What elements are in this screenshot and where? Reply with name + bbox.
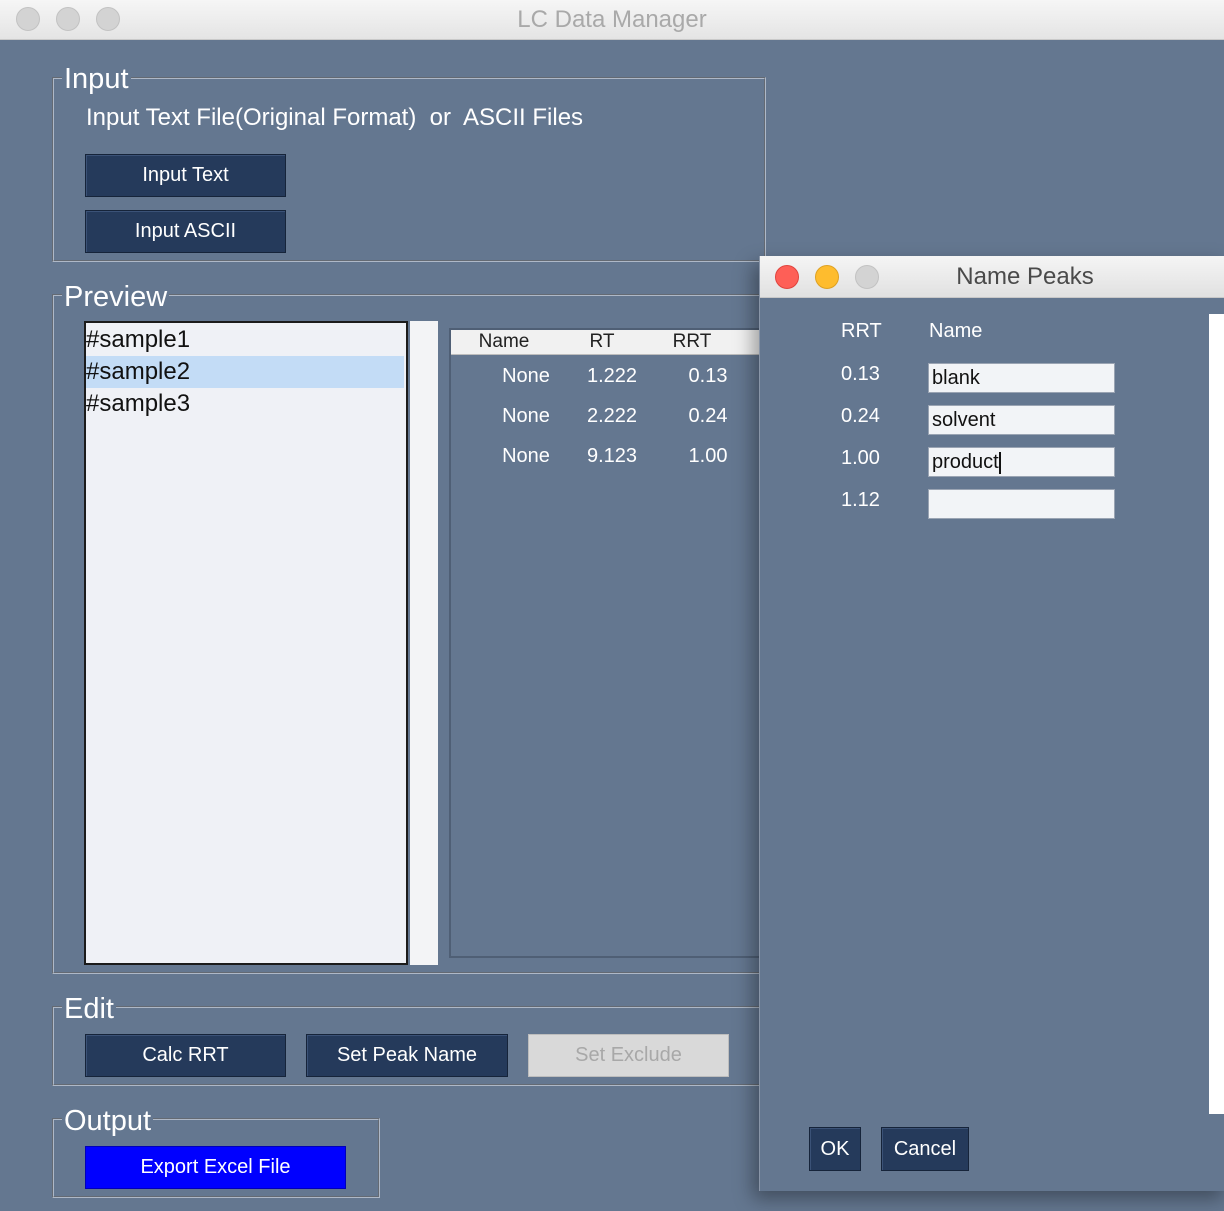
window-title: LC Data Manager <box>517 6 707 33</box>
cancel-button[interactable]: Cancel <box>881 1127 969 1171</box>
rrt-header: RRT <box>841 320 882 342</box>
peak-name-input-focused[interactable]: product <box>928 447 1115 477</box>
sample-list-item[interactable]: #sample1 <box>86 324 404 356</box>
rrt-value: 0.24 <box>841 405 880 427</box>
sample-list-item[interactable]: #sample3 <box>86 388 404 420</box>
preview-group-title: Preview <box>62 281 170 313</box>
peak-name-input[interactable]: solvent <box>928 405 1115 435</box>
table-cell-rrt: 0.24 <box>688 405 728 427</box>
input-text-button[interactable]: Input Text <box>85 154 286 197</box>
input-ascii-button[interactable]: Input ASCII <box>85 210 286 253</box>
table-cell-rrt: 0.13 <box>688 365 728 387</box>
peak-name-input[interactable]: blank <box>928 363 1115 393</box>
table-cell-name: None <box>502 365 550 387</box>
peak-name-input-text: product <box>932 451 999 473</box>
output-group-title: Output <box>62 1105 154 1137</box>
rrt-value: 1.12 <box>841 489 880 511</box>
sample-list-item-selected[interactable]: #sample2 <box>86 356 404 388</box>
close-dialog-icon[interactable] <box>775 265 799 289</box>
table-cell-name: None <box>502 445 550 467</box>
table-cell-rt: 9.123 <box>586 445 638 467</box>
export-excel-button[interactable]: Export Excel File <box>85 1146 346 1189</box>
set-exclude-button[interactable]: Set Exclude <box>528 1034 729 1077</box>
rrt-value: 0.13 <box>841 363 880 385</box>
text-caret <box>998 451 1001 474</box>
table-cell-name: None <box>502 405 550 427</box>
sample-listbox[interactable]: #sample1 #sample2 #sample3 <box>84 321 408 965</box>
ok-button[interactable]: OK <box>809 1127 861 1171</box>
table-cell-rt: 1.222 <box>586 365 638 387</box>
set-peak-name-button[interactable]: Set Peak Name <box>306 1034 508 1077</box>
calc-rrt-button[interactable]: Calc RRT <box>85 1034 286 1077</box>
dialog-title: Name Peaks <box>956 263 1094 290</box>
name-header: Name <box>929 320 983 342</box>
column-header-rt[interactable]: RT <box>557 330 649 355</box>
input-caption: Input Text File(Original Format) or ASCI… <box>86 104 584 131</box>
column-header-name[interactable]: Name <box>451 330 559 355</box>
edit-group-title: Edit <box>62 993 116 1025</box>
table-cell-rrt: 1.00 <box>688 445 728 467</box>
table-cell-rt: 2.222 <box>586 405 638 427</box>
minimize-dialog-icon[interactable] <box>815 265 839 289</box>
input-group-title: Input <box>62 63 131 95</box>
column-header-rrt[interactable]: RRT <box>647 330 739 355</box>
rrt-value: 1.00 <box>841 447 880 469</box>
sample-list-scrollbar[interactable] <box>410 321 438 965</box>
peak-name-input[interactable] <box>928 489 1115 519</box>
name-peaks-dialog: Name Peaks RRT Name 0.13 blank 0.24 solv… <box>759 256 1224 1191</box>
dialog-scroll-strip <box>1209 314 1224 1114</box>
peak-table: Name RT RRT None 1.222 0.13 None 2.222 0… <box>449 328 771 958</box>
